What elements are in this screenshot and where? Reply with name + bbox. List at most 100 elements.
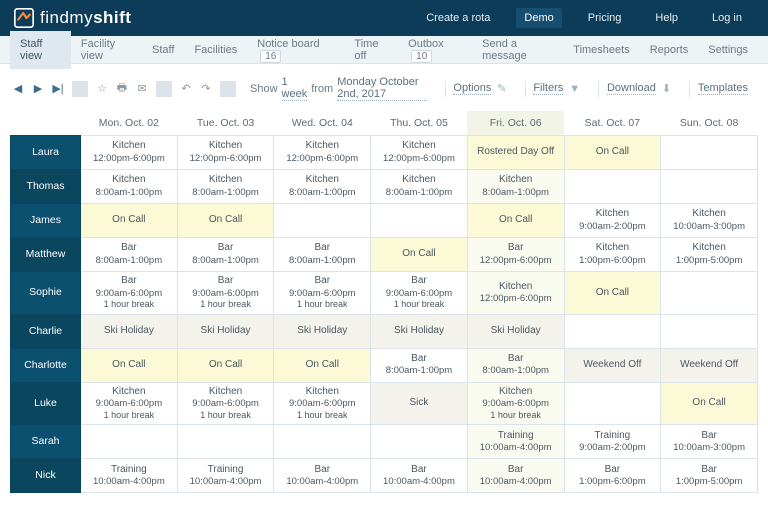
date-select[interactable]: Monday October 2nd, 2017 <box>337 76 426 101</box>
download-link[interactable]: Download <box>607 82 656 95</box>
tab-timesheets[interactable]: Timesheets <box>563 37 639 63</box>
shift-cell[interactable]: On Call <box>371 238 468 272</box>
shift-cell[interactable]: Training10:00am-4:00pm <box>177 459 274 493</box>
brand[interactable]: findmyshift <box>14 8 131 28</box>
shift-cell[interactable]: Ski Holiday <box>274 314 371 348</box>
redo-icon[interactable]: ↷ <box>198 81 214 97</box>
tab-time-off[interactable]: Time off <box>344 31 398 69</box>
shift-cell[interactable]: Bar9:00am-6:00pm1 hour break <box>177 272 274 315</box>
shift-cell[interactable] <box>661 272 758 315</box>
shift-cell[interactable]: Kitchen9:00am-6:00pm1 hour break <box>274 382 371 425</box>
shift-cell[interactable]: Kitchen1:00pm-6:00pm <box>564 238 661 272</box>
shift-cell[interactable]: Weekend Off <box>564 348 661 382</box>
tab-settings[interactable]: Settings <box>698 37 758 63</box>
shift-cell[interactable] <box>81 425 178 459</box>
tab-send-message[interactable]: Send a message <box>472 31 563 69</box>
shift-cell[interactable] <box>177 425 274 459</box>
shift-cell[interactable]: On Call <box>564 272 661 315</box>
tab-facility-view[interactable]: Facility view <box>71 31 142 69</box>
shift-cell[interactable]: Bar10:00am-4:00pm <box>371 459 468 493</box>
shift-cell[interactable]: Ski Holiday <box>467 314 564 348</box>
tab-notice-board[interactable]: Notice board 16 <box>247 31 344 69</box>
shift-cell[interactable]: On Call <box>564 136 661 170</box>
shift-cell[interactable]: Training9:00am-2:00pm <box>564 425 661 459</box>
shift-cell[interactable]: Kitchen9:00am-2:00pm <box>564 204 661 238</box>
next-icon[interactable]: ▶ <box>30 81 46 97</box>
span-select[interactable]: 1 week <box>282 76 308 101</box>
shift-cell[interactable]: On Call <box>81 204 178 238</box>
shift-cell[interactable]: Kitchen8:00am-1:00pm <box>177 170 274 204</box>
shift-cell[interactable]: Ski Holiday <box>177 314 274 348</box>
shift-cell[interactable]: On Call <box>274 348 371 382</box>
staff-name-cell[interactable]: Laura <box>11 136 81 170</box>
shift-cell[interactable] <box>661 136 758 170</box>
shift-cell[interactable]: On Call <box>467 204 564 238</box>
day-header[interactable]: Mon. Oct. 02 <box>81 111 178 136</box>
shift-cell[interactable]: Kitchen12:00pm-6:00pm <box>177 136 274 170</box>
shift-cell[interactable]: Bar8:00am-1:00pm <box>467 348 564 382</box>
shift-cell[interactable]: Rostered Day Off <box>467 136 564 170</box>
shift-cell[interactable] <box>564 382 661 425</box>
nav-demo[interactable]: Demo <box>516 8 561 28</box>
shift-cell[interactable]: Kitchen9:00am-6:00pm1 hour break <box>177 382 274 425</box>
staff-name-cell[interactable]: Charlotte <box>11 348 81 382</box>
shift-cell[interactable]: Ski Holiday <box>81 314 178 348</box>
shift-cell[interactable] <box>661 314 758 348</box>
filters-link[interactable]: Filters <box>533 82 563 95</box>
day-header[interactable]: Sun. Oct. 08 <box>661 111 758 136</box>
shift-cell[interactable]: Kitchen9:00am-6:00pm1 hour break <box>81 382 178 425</box>
staff-name-cell[interactable]: James <box>11 204 81 238</box>
shift-cell[interactable]: Kitchen12:00pm-6:00pm <box>467 272 564 315</box>
templates-link[interactable]: Templates <box>698 82 748 95</box>
shift-cell[interactable] <box>274 204 371 238</box>
nav-login[interactable]: Log in <box>704 8 750 28</box>
staff-name-cell[interactable]: Nick <box>11 459 81 493</box>
day-header[interactable]: Thu. Oct. 05 <box>371 111 468 136</box>
shift-cell[interactable]: Weekend Off <box>661 348 758 382</box>
tab-reports[interactable]: Reports <box>640 37 699 63</box>
shift-cell[interactable] <box>371 204 468 238</box>
shift-cell[interactable]: Kitchen1:00pm-5:00pm <box>661 238 758 272</box>
shift-cell[interactable]: Bar9:00am-6:00pm1 hour break <box>274 272 371 315</box>
shift-cell[interactable]: Bar12:00pm-6:00pm <box>467 238 564 272</box>
prev-icon[interactable]: ◀ <box>10 81 26 97</box>
shift-cell[interactable]: Ski Holiday <box>371 314 468 348</box>
staff-name-cell[interactable]: Sarah <box>11 425 81 459</box>
day-header[interactable]: Tue. Oct. 03 <box>177 111 274 136</box>
shift-cell[interactable]: Kitchen8:00am-1:00pm <box>81 170 178 204</box>
mail-icon[interactable]: ✉ <box>134 81 150 97</box>
tab-staff[interactable]: Staff <box>142 37 184 63</box>
shift-cell[interactable] <box>564 170 661 204</box>
shift-cell[interactable]: Bar1:00pm-6:00pm <box>564 459 661 493</box>
tab-staff-view[interactable]: Staff view <box>10 31 71 69</box>
day-header[interactable]: Fri. Oct. 06 <box>467 111 564 136</box>
shift-cell[interactable]: Kitchen8:00am-1:00pm <box>467 170 564 204</box>
shift-cell[interactable]: Bar8:00am-1:00pm <box>81 238 178 272</box>
today-icon[interactable]: ▶| <box>50 81 66 97</box>
options-link[interactable]: Options <box>453 82 491 95</box>
nav-pricing[interactable]: Pricing <box>580 8 630 28</box>
shift-cell[interactable]: Kitchen8:00am-1:00pm <box>371 170 468 204</box>
tab-facilities[interactable]: Facilities <box>184 37 247 63</box>
shift-cell[interactable]: On Call <box>661 382 758 425</box>
shift-cell[interactable]: Kitchen9:00am-6:00pm1 hour break <box>467 382 564 425</box>
star-icon[interactable]: ☆ <box>94 81 110 97</box>
shift-cell[interactable]: Bar8:00am-1:00pm <box>274 238 371 272</box>
shift-cell[interactable]: Bar10:00am-4:00pm <box>274 459 371 493</box>
undo-icon[interactable]: ↶ <box>178 81 194 97</box>
shift-cell[interactable]: Kitchen12:00pm-6:00pm <box>81 136 178 170</box>
shift-cell[interactable] <box>564 314 661 348</box>
staff-name-cell[interactable]: Sophie <box>11 272 81 315</box>
shift-cell[interactable]: Kitchen12:00pm-6:00pm <box>274 136 371 170</box>
shift-cell[interactable]: On Call <box>177 204 274 238</box>
nav-create-rota[interactable]: Create a rota <box>418 8 498 28</box>
tab-outbox[interactable]: Outbox 10 <box>398 31 472 69</box>
shift-cell[interactable]: Kitchen8:00am-1:00pm <box>274 170 371 204</box>
print-icon[interactable]: 🖶 <box>114 81 130 97</box>
shift-cell[interactable]: Bar10:00am-3:00pm <box>661 425 758 459</box>
shift-cell[interactable] <box>274 425 371 459</box>
shift-cell[interactable]: Bar8:00am-1:00pm <box>371 348 468 382</box>
shift-cell[interactable]: Training10:00am-4:00pm <box>467 425 564 459</box>
staff-name-cell[interactable]: Thomas <box>11 170 81 204</box>
nav-help[interactable]: Help <box>647 8 686 28</box>
